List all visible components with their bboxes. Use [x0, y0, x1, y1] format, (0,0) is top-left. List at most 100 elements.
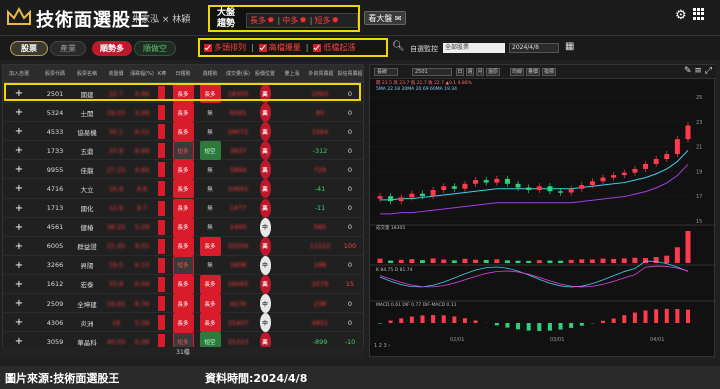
market-select[interactable]: 長線 — [374, 68, 398, 76]
weekly-trend-tag: 無 — [207, 129, 213, 136]
add-watchlist-icon[interactable]: + — [3, 218, 35, 237]
gear-icon[interactable]: ⚙ — [675, 8, 687, 23]
add-watchlist-icon[interactable]: + — [3, 313, 35, 332]
up-streak — [279, 141, 305, 160]
col-price[interactable]: 收盤價 — [103, 65, 129, 83]
filter-low-rise-label[interactable]: 低檔起漲 — [323, 42, 355, 53]
table-row[interactable]: +4716 大立 16.8 9.8 長多 無 10691 高 -41 0 — [3, 179, 363, 199]
macd-bar — [654, 309, 659, 323]
col-up[interactable]: 暈上漲 — [278, 65, 306, 83]
stock-name: 大立 — [80, 185, 94, 194]
add-watchlist-icon[interactable]: + — [3, 275, 35, 294]
col-change[interactable]: 漲跌幅(%) — [129, 65, 155, 83]
add-watchlist-icon[interactable]: + — [3, 84, 35, 103]
stock-code: 1733 — [46, 146, 64, 155]
weekly-trend-tag: 長多 — [199, 294, 221, 314]
col-volume[interactable]: 成交量(張) — [224, 65, 252, 83]
volume-bar — [388, 260, 394, 263]
tab-trend-long[interactable]: 順勢多 — [92, 41, 132, 56]
table-row[interactable]: +4306 炎洲 18 5.58 長多 長多 15407 中 4851 0 — [3, 313, 363, 333]
chart-pager[interactable]: 1 2 3 › — [374, 343, 390, 349]
adjust-button[interactable]: 還原 — [486, 68, 500, 76]
add-watchlist-icon[interactable]: + — [3, 179, 35, 198]
volume-bar — [674, 247, 680, 263]
checkbox-low-rise[interactable] — [313, 43, 322, 52]
watchlist-select[interactable]: 全部股票 — [443, 43, 505, 53]
col-daily[interactable]: 日趨勢 — [169, 65, 197, 83]
col-code[interactable]: 股票代碼 — [39, 65, 71, 83]
col-name[interactable]: 股票名稱 — [71, 65, 103, 83]
tab-industry[interactable]: 產業 — [50, 41, 86, 56]
draw-tools-icon[interactable]: ✎ ≡ ⤢ — [684, 66, 712, 76]
table-row[interactable]: +4533 協易機 30.1 6.51 長多 無 29072 高 1564 0 — [3, 122, 363, 142]
foreign-net: 238 — [313, 299, 327, 308]
change-pct: 4.09 — [134, 108, 150, 117]
stock-name: 國化 — [80, 205, 94, 214]
col-weekly[interactable]: 週趨勢 — [196, 65, 224, 83]
add-watchlist-icon[interactable]: + — [3, 141, 35, 160]
price-level-badge: 高 — [259, 198, 271, 218]
add-watchlist-icon[interactable]: + — [3, 199, 35, 218]
tab-trend-short[interactable]: 順做空 — [134, 41, 176, 56]
col-level[interactable]: 股價位置 — [252, 65, 278, 83]
table-row[interactable]: +6005 群益證 21.45 9.01 長多 長多 33204 高 11222 100 — [3, 236, 363, 256]
price-tick-label: 17 — [696, 194, 702, 200]
add-watchlist-icon[interactable]: + — [3, 237, 35, 256]
calculator-icon[interactable]: ▦ — [565, 41, 574, 52]
volume-bar — [419, 260, 425, 263]
table-row[interactable]: +1612 宏泰 33.8 6.04 長多 長多 16065 高 2079 15 — [3, 274, 363, 295]
table-row[interactable]: +4561 健椿 38.25 5.29 長多 無 2400 中 585 0 — [3, 217, 363, 237]
volume-bar — [547, 260, 553, 263]
stock-code: 1713 — [46, 204, 64, 213]
date-select[interactable]: 2024/4/8 — [509, 43, 559, 53]
volume: 15407 — [227, 318, 249, 327]
col-trust[interactable]: 投信買賣超 — [336, 65, 363, 83]
sun-icon: ✹ — [299, 15, 307, 26]
apps-grid-icon[interactable] — [693, 8, 705, 20]
daily-trend-tag: 長多 — [172, 122, 194, 142]
see-market-button[interactable]: 看大盤 ✉ — [364, 11, 406, 25]
table-row[interactable]: +1733 五鼎 37.8 6.99 短多 短空 3837 高 -312 0 — [3, 141, 363, 161]
change-pct: 4.86 — [134, 89, 150, 98]
stock-code-select[interactable]: 2501 — [412, 68, 452, 76]
volume-bar — [558, 260, 564, 263]
ma-button[interactable]: 均線 — [510, 68, 524, 76]
filter-bull-alignment-label[interactable]: 多頭排列 — [214, 42, 246, 53]
table-row[interactable]: +5324 士開 16.55 4.09 長多 無 6565 高 85 0 — [3, 103, 363, 123]
foreign-net: -11 — [314, 204, 326, 213]
trust-net: 0 — [347, 146, 353, 155]
indicator-button[interactable]: 指標 — [542, 68, 556, 76]
add-watchlist-icon[interactable]: + — [3, 160, 35, 179]
volume-price-button[interactable]: 量價 — [526, 68, 540, 76]
col-foreign[interactable]: 外資買賣超 — [306, 65, 336, 83]
filter-high-volume-label[interactable]: 高檔爆量 — [269, 42, 301, 53]
macd-bar — [537, 323, 542, 331]
candle — [419, 193, 425, 197]
foreign-net: -41 — [314, 184, 326, 193]
search-icon[interactable]: 🔍︎ — [392, 41, 405, 52]
price-tick-label: 15 — [696, 219, 702, 225]
k-bar — [157, 160, 166, 179]
checkbox-high-volume[interactable] — [258, 43, 267, 52]
add-watchlist-icon[interactable]: + — [3, 103, 35, 122]
add-watchlist-icon[interactable]: + — [3, 294, 35, 313]
daily-trend-tag: 長多 — [172, 179, 194, 199]
add-watchlist-icon[interactable]: + — [3, 256, 35, 275]
candle — [526, 187, 532, 190]
tab-stocks[interactable]: 股票 — [10, 41, 48, 56]
price-level-badge: 中 — [259, 313, 271, 333]
add-watchlist-icon[interactable]: + — [3, 122, 35, 141]
candle — [611, 175, 617, 178]
table-row[interactable]: +9955 佳龍 27.15 4.84 長多 無 5894 高 729 0 — [3, 160, 363, 180]
table-row[interactable]: +2509 全坤建 16.65 8.76 長多 長多 4276 中 238 0 — [3, 294, 363, 314]
period-month-button[interactable]: 月 — [476, 68, 484, 76]
table-row[interactable]: +3266 昇陽 19.5 6.13 短多 無 1608 中 198 0 — [3, 255, 363, 275]
period-day-button[interactable]: 日 — [456, 68, 464, 76]
trust-net: 0 — [347, 89, 353, 98]
trend-short-label: 短多 — [314, 16, 331, 25]
checkbox-bull-alignment[interactable] — [204, 43, 212, 52]
change-pct: 6.04 — [134, 280, 150, 289]
table-row[interactable]: +1713 國化 12.6 9.7 長多 無 1477 高 -11 0 — [3, 198, 363, 218]
table-row[interactable]: +2501 國建 22.7 4.86 長多 長多 18305 高 2063 0 — [3, 84, 363, 104]
period-week-button[interactable]: 週 — [466, 68, 474, 76]
